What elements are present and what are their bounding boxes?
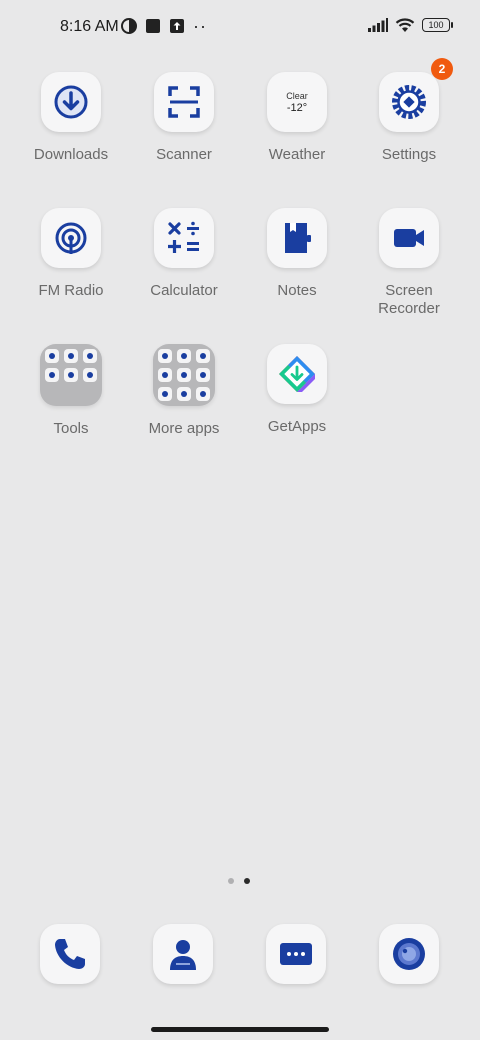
screen-recorder-icon-tile <box>379 208 439 268</box>
message-icon <box>280 943 312 965</box>
signal-icon <box>368 18 388 32</box>
app-label: Calculator <box>150 282 218 299</box>
status-time: 8:16 AM <box>60 18 119 35</box>
radio-icon <box>55 222 87 254</box>
phone-icon-tile <box>40 924 100 984</box>
mic-icon <box>45 349 59 363</box>
linkedin-icon <box>158 368 172 382</box>
app-label: Weather <box>268 146 326 163</box>
app-settings[interactable]: 2 Settings <box>354 58 464 164</box>
notes-icon-tile <box>267 208 327 268</box>
scanner-icon-tile <box>154 72 214 132</box>
gear-icon <box>392 85 426 119</box>
weather-temperature: -12° <box>286 102 308 114</box>
app-screen-recorder[interactable]: Screen Recorder <box>354 208 464 318</box>
notebook-icon <box>285 223 311 253</box>
contrast-icon <box>121 18 137 34</box>
downloads-icon-tile <box>41 72 101 132</box>
status-right-icons: 100 <box>368 17 453 33</box>
app-bird-icon <box>177 368 191 382</box>
notification-badge: 2 <box>431 58 453 80</box>
app-label: Screen Recorder <box>378 282 440 317</box>
page-dot-1[interactable] <box>228 878 234 884</box>
camera-icon-tile <box>379 924 439 984</box>
app-label: Settings <box>381 146 437 163</box>
drive-icon <box>196 368 210 382</box>
tools-folder-icon <box>40 344 102 406</box>
app-label: Notes <box>277 282 317 299</box>
getapps-icon-tile <box>267 344 327 404</box>
app-label: Tools <box>53 420 89 437</box>
more-apps-folder-icon <box>153 344 215 406</box>
status-left-icons: ·· <box>121 16 207 36</box>
weather-icon-tile: Clear -12° <box>267 72 327 132</box>
dock-phone[interactable] <box>40 924 100 984</box>
app-calculator[interactable]: Calculator <box>129 208 239 300</box>
app-label: Downloads <box>33 146 109 163</box>
calculator-icon-tile <box>154 208 214 268</box>
dock-messages[interactable] <box>266 924 326 984</box>
app-label: GetApps <box>267 418 327 435</box>
dock-contacts[interactable] <box>153 924 213 984</box>
app-downloads[interactable]: Downloads <box>16 72 126 164</box>
shopping-cart-icon <box>158 349 172 363</box>
plus-circle-icon <box>83 368 97 382</box>
calculator-icon <box>168 221 199 253</box>
weather-condition: Clear <box>286 91 308 101</box>
square-notification-icon <box>146 19 160 33</box>
wifi-icon <box>395 18 415 32</box>
cleaner-icon <box>45 368 59 382</box>
folder-tools[interactable]: Tools <box>16 344 126 438</box>
download-icon <box>54 85 88 119</box>
status-bar: 8:16 AM ·· 100 <box>0 0 480 56</box>
settings-icon-tile: 2 <box>379 58 453 132</box>
scan-icon <box>168 86 200 118</box>
video-camera-icon <box>394 229 424 247</box>
phone-icon <box>55 939 85 969</box>
battery-icon: 100 <box>422 18 453 32</box>
messages-icon-tile <box>266 924 326 984</box>
getapps-icon <box>279 356 315 392</box>
page-dot-2-active[interactable] <box>244 878 250 884</box>
page-indicator[interactable] <box>228 878 250 884</box>
app-label: FM Radio <box>38 282 104 299</box>
globe-icon <box>196 349 210 363</box>
upload-icon <box>170 19 184 33</box>
dock-camera[interactable] <box>379 924 439 984</box>
facebook-icon <box>177 349 191 363</box>
netflix-icon <box>158 387 172 401</box>
app-getapps[interactable]: GetApps <box>242 344 352 436</box>
home-indicator[interactable] <box>151 1027 329 1032</box>
camera-icon <box>393 938 425 970</box>
weather-small-icon <box>196 387 210 401</box>
app-notes[interactable]: Notes <box>242 208 352 300</box>
recorder-icon <box>64 349 78 363</box>
more-icon: ·· <box>193 16 207 36</box>
app-scanner[interactable]: Scanner <box>129 72 239 164</box>
app-fm-radio[interactable]: FM Radio <box>16 208 126 300</box>
compass-icon <box>83 349 97 363</box>
app-label: More apps <box>148 420 220 437</box>
contacts-icon <box>170 940 196 970</box>
smile-icon <box>177 387 191 401</box>
file-icon <box>64 368 78 382</box>
folder-more-apps[interactable]: More apps <box>129 344 239 438</box>
app-label: Scanner <box>156 146 212 163</box>
fm-radio-icon-tile <box>41 208 101 268</box>
app-weather[interactable]: Clear -12° Weather <box>242 72 352 164</box>
contacts-icon-tile <box>153 924 213 984</box>
